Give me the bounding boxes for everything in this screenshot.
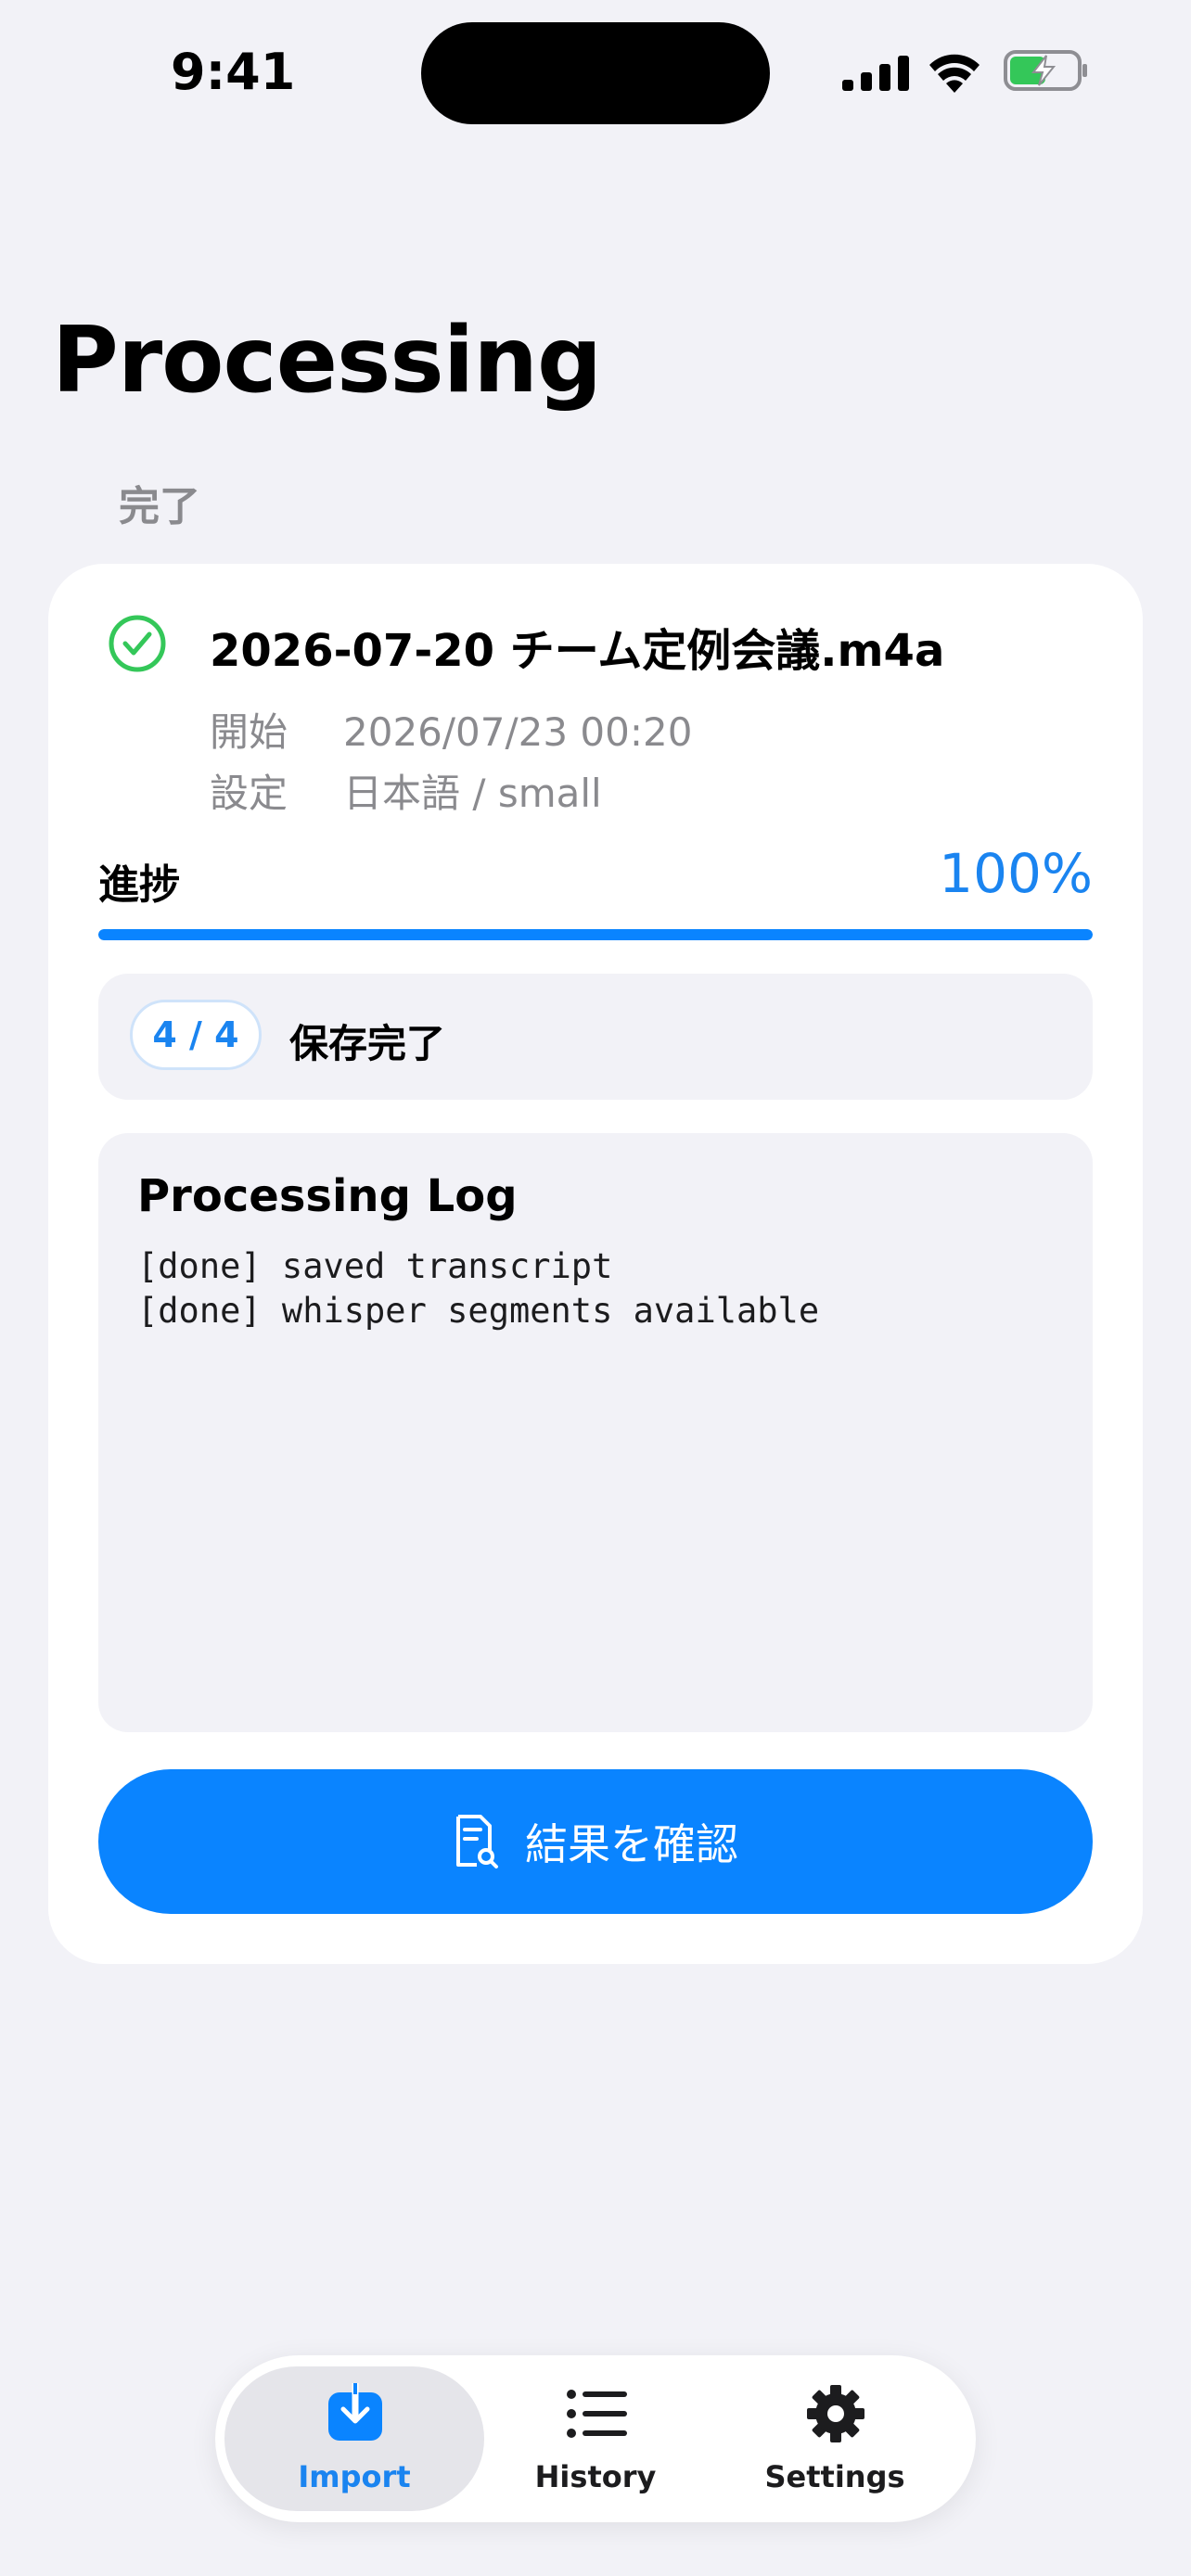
wifi-icon [929,54,980,93]
progress-label: 進捗 [98,861,180,909]
settings-row: 設定 日本語 / small [210,762,602,819]
status-time: 9:41 [171,43,296,101]
battery-charging-icon [1004,50,1087,91]
step-status: 4 / 4 保存完了 [98,974,1093,1100]
checkmark-circle-icon [109,615,166,672]
progress-bar-fill [98,929,1093,940]
job-card: 2026-07-20 チーム定例会議.m4a 開始 2026/07/23 00:2… [48,564,1143,1964]
view-result-button[interactable]: 結果を確認 [98,1769,1093,1914]
progress-percent: 100% [939,842,1093,905]
import-icon [328,2383,382,2441]
tab-history-label: History [534,2459,657,2494]
log-title: Processing Log [137,1170,518,1222]
settings-value: 日本語 / small [343,771,602,816]
settings-label: 設定 [210,771,288,816]
list-icon [567,2390,627,2438]
tab-import-label: Import [298,2459,411,2494]
start-label: 開始 [210,709,288,755]
tab-history[interactable]: History [466,2366,725,2511]
tab-settings-label: Settings [764,2459,905,2494]
step-status-text: 保存完了 [289,1021,446,1066]
tab-import[interactable]: Import [224,2366,484,2511]
dynamic-island [421,22,770,124]
start-time-row: 開始 2026/07/23 00:20 [210,701,692,758]
start-value: 2026/07/23 00:20 [343,709,693,755]
gear-icon [807,2385,864,2442]
status-icons [842,48,1093,95]
log-line: [done] saved transcript [137,1246,613,1286]
tab-bar: Import History Settings [215,2355,976,2522]
step-count-badge: 4 / 4 [130,1000,262,1070]
processing-log[interactable]: Processing Log [done] saved transcript [… [98,1133,1093,1732]
page-title: Processing [52,308,602,414]
view-result-label: 結果を確認 [525,1819,738,1869]
section-label: 完了 [119,483,200,530]
log-line: [done] whisper segments available [137,1291,820,1331]
log-lines: [done] saved transcript [done] whisper s… [137,1244,819,1333]
document-search-icon [456,1815,498,1868]
tab-settings[interactable]: Settings [705,2366,965,2511]
file-name: 2026-07-20 チーム定例会議.m4a [210,625,945,677]
progress-bar [98,929,1093,940]
cellular-signal-icon [842,56,909,91]
